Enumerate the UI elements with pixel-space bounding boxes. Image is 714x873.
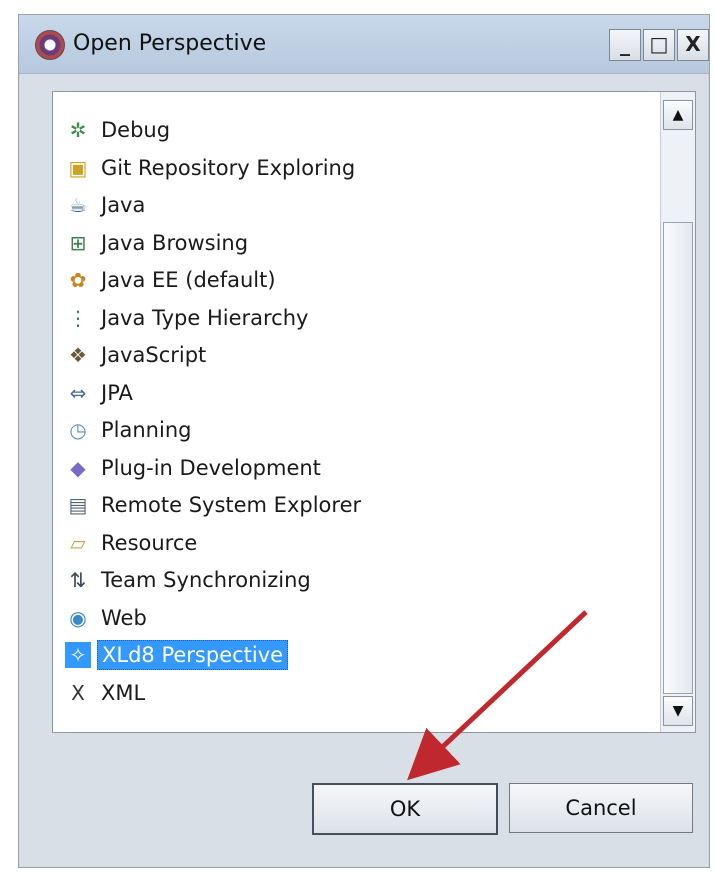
perspective-item-label: JPA xyxy=(101,380,133,405)
cancel-button[interactable]: Cancel xyxy=(509,783,693,833)
minimize-button[interactable]: _ xyxy=(609,29,641,61)
perspective-item-label: XML xyxy=(101,680,146,705)
perspective-item[interactable]: ▱ Resource xyxy=(65,525,201,561)
eclipse-app-icon xyxy=(35,30,65,60)
perspective-item[interactable]: ☕ Java xyxy=(65,187,149,223)
title-bar[interactable]: Open Perspective _ □ X xyxy=(19,15,709,74)
javascript-icon: ❖ xyxy=(69,343,87,367)
plugin-icon: ◆ xyxy=(70,455,86,480)
perspective-item[interactable]: ⊞ Java Browsing xyxy=(65,225,252,261)
perspective-item[interactable]: ▤ Remote System Explorer xyxy=(65,487,365,523)
perspective-list[interactable]: ✲ Debug ▣ Git Repository Exploring ☕ Java ⊞ Jav… xyxy=(52,91,696,733)
maximize-button[interactable]: □ xyxy=(643,29,675,61)
type-hierarchy-icon: ⋮ xyxy=(68,305,88,330)
ok-button[interactable]: OK xyxy=(312,783,498,835)
planning-icon: ◷ xyxy=(69,418,87,442)
perspective-item[interactable]: ⇔ JPA xyxy=(65,375,137,411)
debug-icon: ✲ xyxy=(69,118,87,142)
perspective-item-label: Java xyxy=(101,193,146,217)
remote-system-icon: ▤ xyxy=(68,493,88,517)
perspective-item[interactable]: ▣ Git Repository Exploring xyxy=(65,150,359,186)
scroll-down-arrow[interactable]: ▼ xyxy=(663,696,693,726)
web-globe-icon: ◉ xyxy=(69,605,87,630)
perspective-item[interactable]: ◉ Web xyxy=(65,600,151,636)
perspective-item[interactable]: ✿ Java EE (default) xyxy=(65,262,280,298)
resource-folder-icon: ▱ xyxy=(70,530,86,555)
perspective-item-label: Web xyxy=(101,605,147,630)
open-perspective-dialog: Open Perspective _ □ X ✲ Debug ▣ Git Reposi… xyxy=(18,14,710,868)
perspective-item-label: Resource xyxy=(101,530,198,555)
dialog-title: Open Perspective xyxy=(73,31,267,56)
perspective-item-label: Team Synchronizing xyxy=(101,568,311,592)
perspective-item-label: Java Type Hierarchy xyxy=(101,305,309,330)
close-button[interactable]: X xyxy=(677,29,709,61)
java-icon: ☕ xyxy=(69,193,87,217)
vertical-scrollbar[interactable]: ▲ ▼ xyxy=(660,92,695,732)
perspective-item[interactable]: ✲ Debug xyxy=(65,112,174,148)
perspective-item[interactable]: ◆ Plug-in Development xyxy=(65,450,325,486)
team-sync-icon: ⇅ xyxy=(69,568,87,592)
perspective-item-label: Git Repository Exploring xyxy=(101,155,356,180)
perspective-items: ✲ Debug ▣ Git Repository Exploring ☕ Java ⊞ Jav… xyxy=(53,92,659,732)
xml-icon: X xyxy=(71,680,85,705)
perspective-item-label: JavaScript xyxy=(101,343,207,367)
perspective-item-label: Java EE (default) xyxy=(101,268,276,292)
perspective-item-label: Java Browsing xyxy=(101,230,249,255)
perspective-item-label: Planning xyxy=(101,418,192,442)
perspective-item-label: XLd8 Perspective xyxy=(97,640,289,670)
scroll-up-arrow[interactable]: ▲ xyxy=(663,100,693,130)
perspective-item[interactable]: ⇅ Team Synchronizing xyxy=(65,562,315,598)
perspective-item-label: Plug-in Development xyxy=(101,455,321,480)
scroll-thumb[interactable] xyxy=(663,222,693,694)
jpa-icon: ⇔ xyxy=(69,380,87,405)
perspective-item[interactable]: ⋮ Java Type Hierarchy xyxy=(65,300,312,336)
java-ee-icon: ✿ xyxy=(69,268,87,292)
xld-icon: ✧ xyxy=(65,642,91,668)
perspective-item[interactable]: ✧ XLd8 Perspective xyxy=(65,637,289,673)
perspective-item-label: Debug xyxy=(101,118,171,142)
perspective-item[interactable]: X XML xyxy=(65,675,149,711)
perspective-item[interactable]: ❖ JavaScript xyxy=(65,337,210,373)
git-icon: ▣ xyxy=(68,155,88,180)
perspective-item-label: Remote System Explorer xyxy=(101,493,362,517)
java-browsing-icon: ⊞ xyxy=(69,230,87,255)
perspective-item[interactable]: ◷ Planning xyxy=(65,412,195,448)
